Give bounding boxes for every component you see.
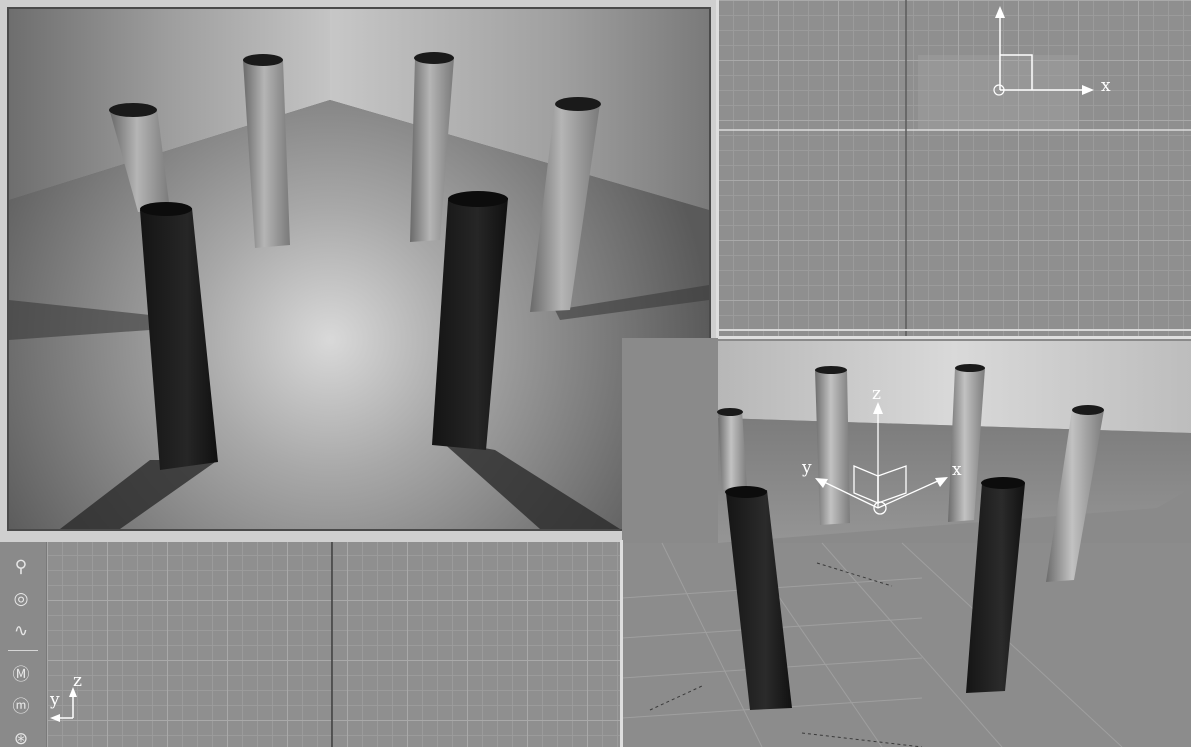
top-axis-x-label: x [1101, 76, 1111, 96]
side-axis-y-label: y [50, 690, 60, 710]
persp-axis-y-label: y [802, 458, 812, 478]
side-axis-z-label: z [73, 671, 82, 691]
persp-pillar-2 [815, 366, 850, 525]
viewport-divider-bottom-vertical[interactable] [620, 540, 623, 747]
perspective-scene [622, 338, 1191, 747]
side-ortho-viewport[interactable]: ⚲ ◎ ∿ Ⓜ ⓜ ⊛ y z [0, 540, 622, 747]
top-view-overlay [718, 0, 1191, 338]
viewport-divider-vertical[interactable] [716, 0, 719, 338]
render-image [7, 7, 711, 531]
side-view-overlay [0, 540, 622, 747]
persp-axis-x-label: x [952, 460, 962, 480]
persp-pillar-1 [717, 408, 747, 490]
viewport-divider-horizontal[interactable] [718, 336, 1191, 339]
top-ortho-viewport[interactable]: x [718, 0, 1191, 338]
perspective-viewport[interactable]: z x y [622, 338, 1191, 747]
render-viewport[interactable] [0, 0, 718, 540]
persp-axis-z-label: z [872, 384, 881, 404]
